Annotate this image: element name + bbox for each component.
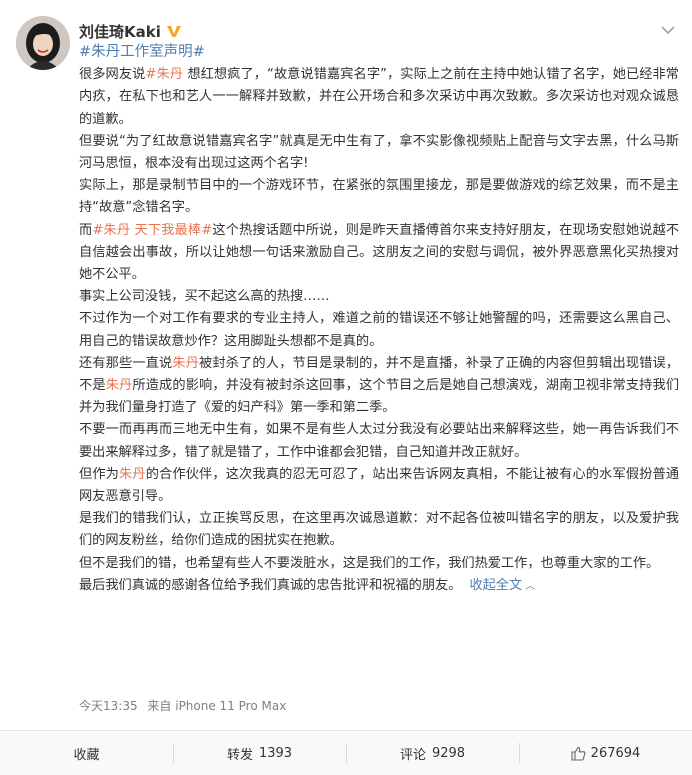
post-text: 实际上，那是录制节目中的一个游戏环节，在紧张的氛围里接龙，那是要做游戏的综艺效果… [79,178,679,216]
post-paragraph: 还有那些一直说朱丹被封杀了的人，节目是录制的，并不是直播，补录了正确的内容但剪辑… [79,353,679,420]
post-text: 还有那些一直说 [79,355,173,371]
collapse-fulltext-link[interactable]: 收起全文 ︿ [469,578,535,593]
post-paragraph: 但作为朱丹的合作伙伴，这次我真的忍无可忍了，站出来告诉网友真相，不能让被有心的水… [79,464,679,508]
thumbs-up-icon [571,746,586,761]
post-meta: 今天13:35 来自 iPhone 11 Pro Max [79,697,286,715]
post-time[interactable]: 今天13:35 [79,699,138,713]
comment-button[interactable]: 评论 9298 [346,731,519,775]
post-body: 很多网友说#朱丹 想红想疯了，“故意说错嘉宾名字”，实际上之前在主持中她认错了名… [79,64,679,598]
author-name[interactable]: 刘佳琦Kaki [79,21,161,42]
post-paragraph: 不过作为一个对工作有要求的专业主持人，难道之前的错误还不够让她警醒的吗，还需要这… [79,308,679,352]
post-paragraph: 但不是我们的错，也希望有些人不要泼脏水，这是我们的工作，我们热爱工作，也尊重大家… [79,553,679,575]
keyword-highlight[interactable]: 朱丹 [106,378,133,393]
avatar[interactable] [16,16,70,70]
like-button[interactable]: 267694 [519,731,692,775]
post-paragraph: 最后我们真诚的感谢各位给予我们真诚的忠告批评和祝福的朋友。 收起全文 ︿ [79,575,679,598]
post-paragraph: 是我们的错我们认，立正挨骂反思，在这里再次诚恳道歉：对不起各位被叫错名字的朋友，… [79,508,679,552]
post-text: 不要一而再再而三地无中生有，如果不是有些人太过分我没有必要站出来解释这些，她一再… [79,422,679,460]
post-paragraph: 实际上，那是录制节目中的一个游戏环节，在紧张的氛围里接龙，那是要做游戏的综艺效果… [79,175,679,219]
weibo-post-card: 刘佳琦Kaki #朱丹工作室声明# 很多网友说#朱丹 想红想疯了，“故意说错嘉宾… [0,0,692,775]
post-text: 是我们的错我们认，立正挨骂反思，在这里再次诚恳道歉：对不起各位被叫错名字的朋友，… [79,511,679,549]
post-paragraph: 而#朱丹 天下我最棒#这个热搜话题中所说，则是昨天直播傅首尔来支持好朋友，在现场… [79,220,679,287]
topic-link[interactable]: #朱丹 [145,67,183,82]
comment-label: 评论 [399,747,426,763]
post-content: #朱丹工作室声明# 很多网友说#朱丹 想红想疯了，“故意说错嘉宾名字”，实际上之… [79,41,679,598]
post-text: 所造成的影响，并没有被封杀这回事，这个节目之后是她自己想演戏，湖南卫视非常支持我… [79,378,680,416]
keyword-highlight[interactable]: 朱丹 [172,356,199,371]
post-text: 但要说“为了红故意说错嘉宾名字”就真是无中生有了，拿不实影像视频贴上配音与文字去… [79,133,679,172]
post-text: 而 [79,222,93,238]
post-paragraph: 不要一而再再而三地无中生有，如果不是有些人太过分我没有必要站出来解释这些，她一再… [79,419,679,463]
comment-count: 9298 [431,745,466,761]
chevron-up-icon: ︿ [525,580,536,592]
author-row: 刘佳琦Kaki [79,20,182,42]
chevron-down-icon[interactable] [658,22,678,38]
topic-tag-link[interactable]: #朱丹工作室声明# [79,44,205,60]
keyword-highlight[interactable]: 朱丹 [119,467,146,482]
verified-badge-icon [166,23,182,39]
like-count: 267694 [590,745,641,761]
collapse-label: 收起全文 [469,577,523,593]
post-paragraph: 但要说“为了红故意说错嘉宾名字”就真是无中生有了，拿不实影像视频贴上配音与文字去… [79,131,679,175]
post-text: 但不是我们的错，也希望有些人不要泼脏水，这是我们的工作，我们热爱工作，也尊重大家… [79,555,660,571]
post-text: 但作为 [79,466,120,482]
post-source: 来自 iPhone 11 Pro Max [147,699,287,713]
post-text: 不过作为一个对工作有要求的专业主持人，难道之前的错误还不够让她警醒的吗，还需要这… [79,311,679,349]
post-text: 事实上公司没钱，买不起这么高的热搜…… [79,289,330,305]
favorite-label: 收藏 [73,747,100,763]
topic-link[interactable]: #朱丹 天下我最棒# [92,223,212,238]
post-paragraph: 很多网友说#朱丹 想红想疯了，“故意说错嘉宾名字”，实际上之前在主持中她认错了名… [79,64,679,131]
post-text: 的合作伙伴，这次我真的忍无可忍了，站出来告诉网友真相，不能让被有心的水军假扮普通… [79,466,680,505]
favorite-button[interactable]: 收藏 [0,731,173,775]
post-paragraph: 事实上公司没钱，买不起这么高的热搜…… [79,286,679,308]
action-bar: 收藏 转发 1393 评论 9298 267694 [0,730,692,775]
repost-button[interactable]: 转发 1393 [173,731,346,775]
post-text: 最后我们真诚的感谢各位给予我们真诚的忠告批评和祝福的朋友。 [79,577,462,593]
post-text: 很多网友说 [79,67,146,83]
repost-count: 1393 [258,745,293,761]
repost-label: 转发 [226,747,253,763]
